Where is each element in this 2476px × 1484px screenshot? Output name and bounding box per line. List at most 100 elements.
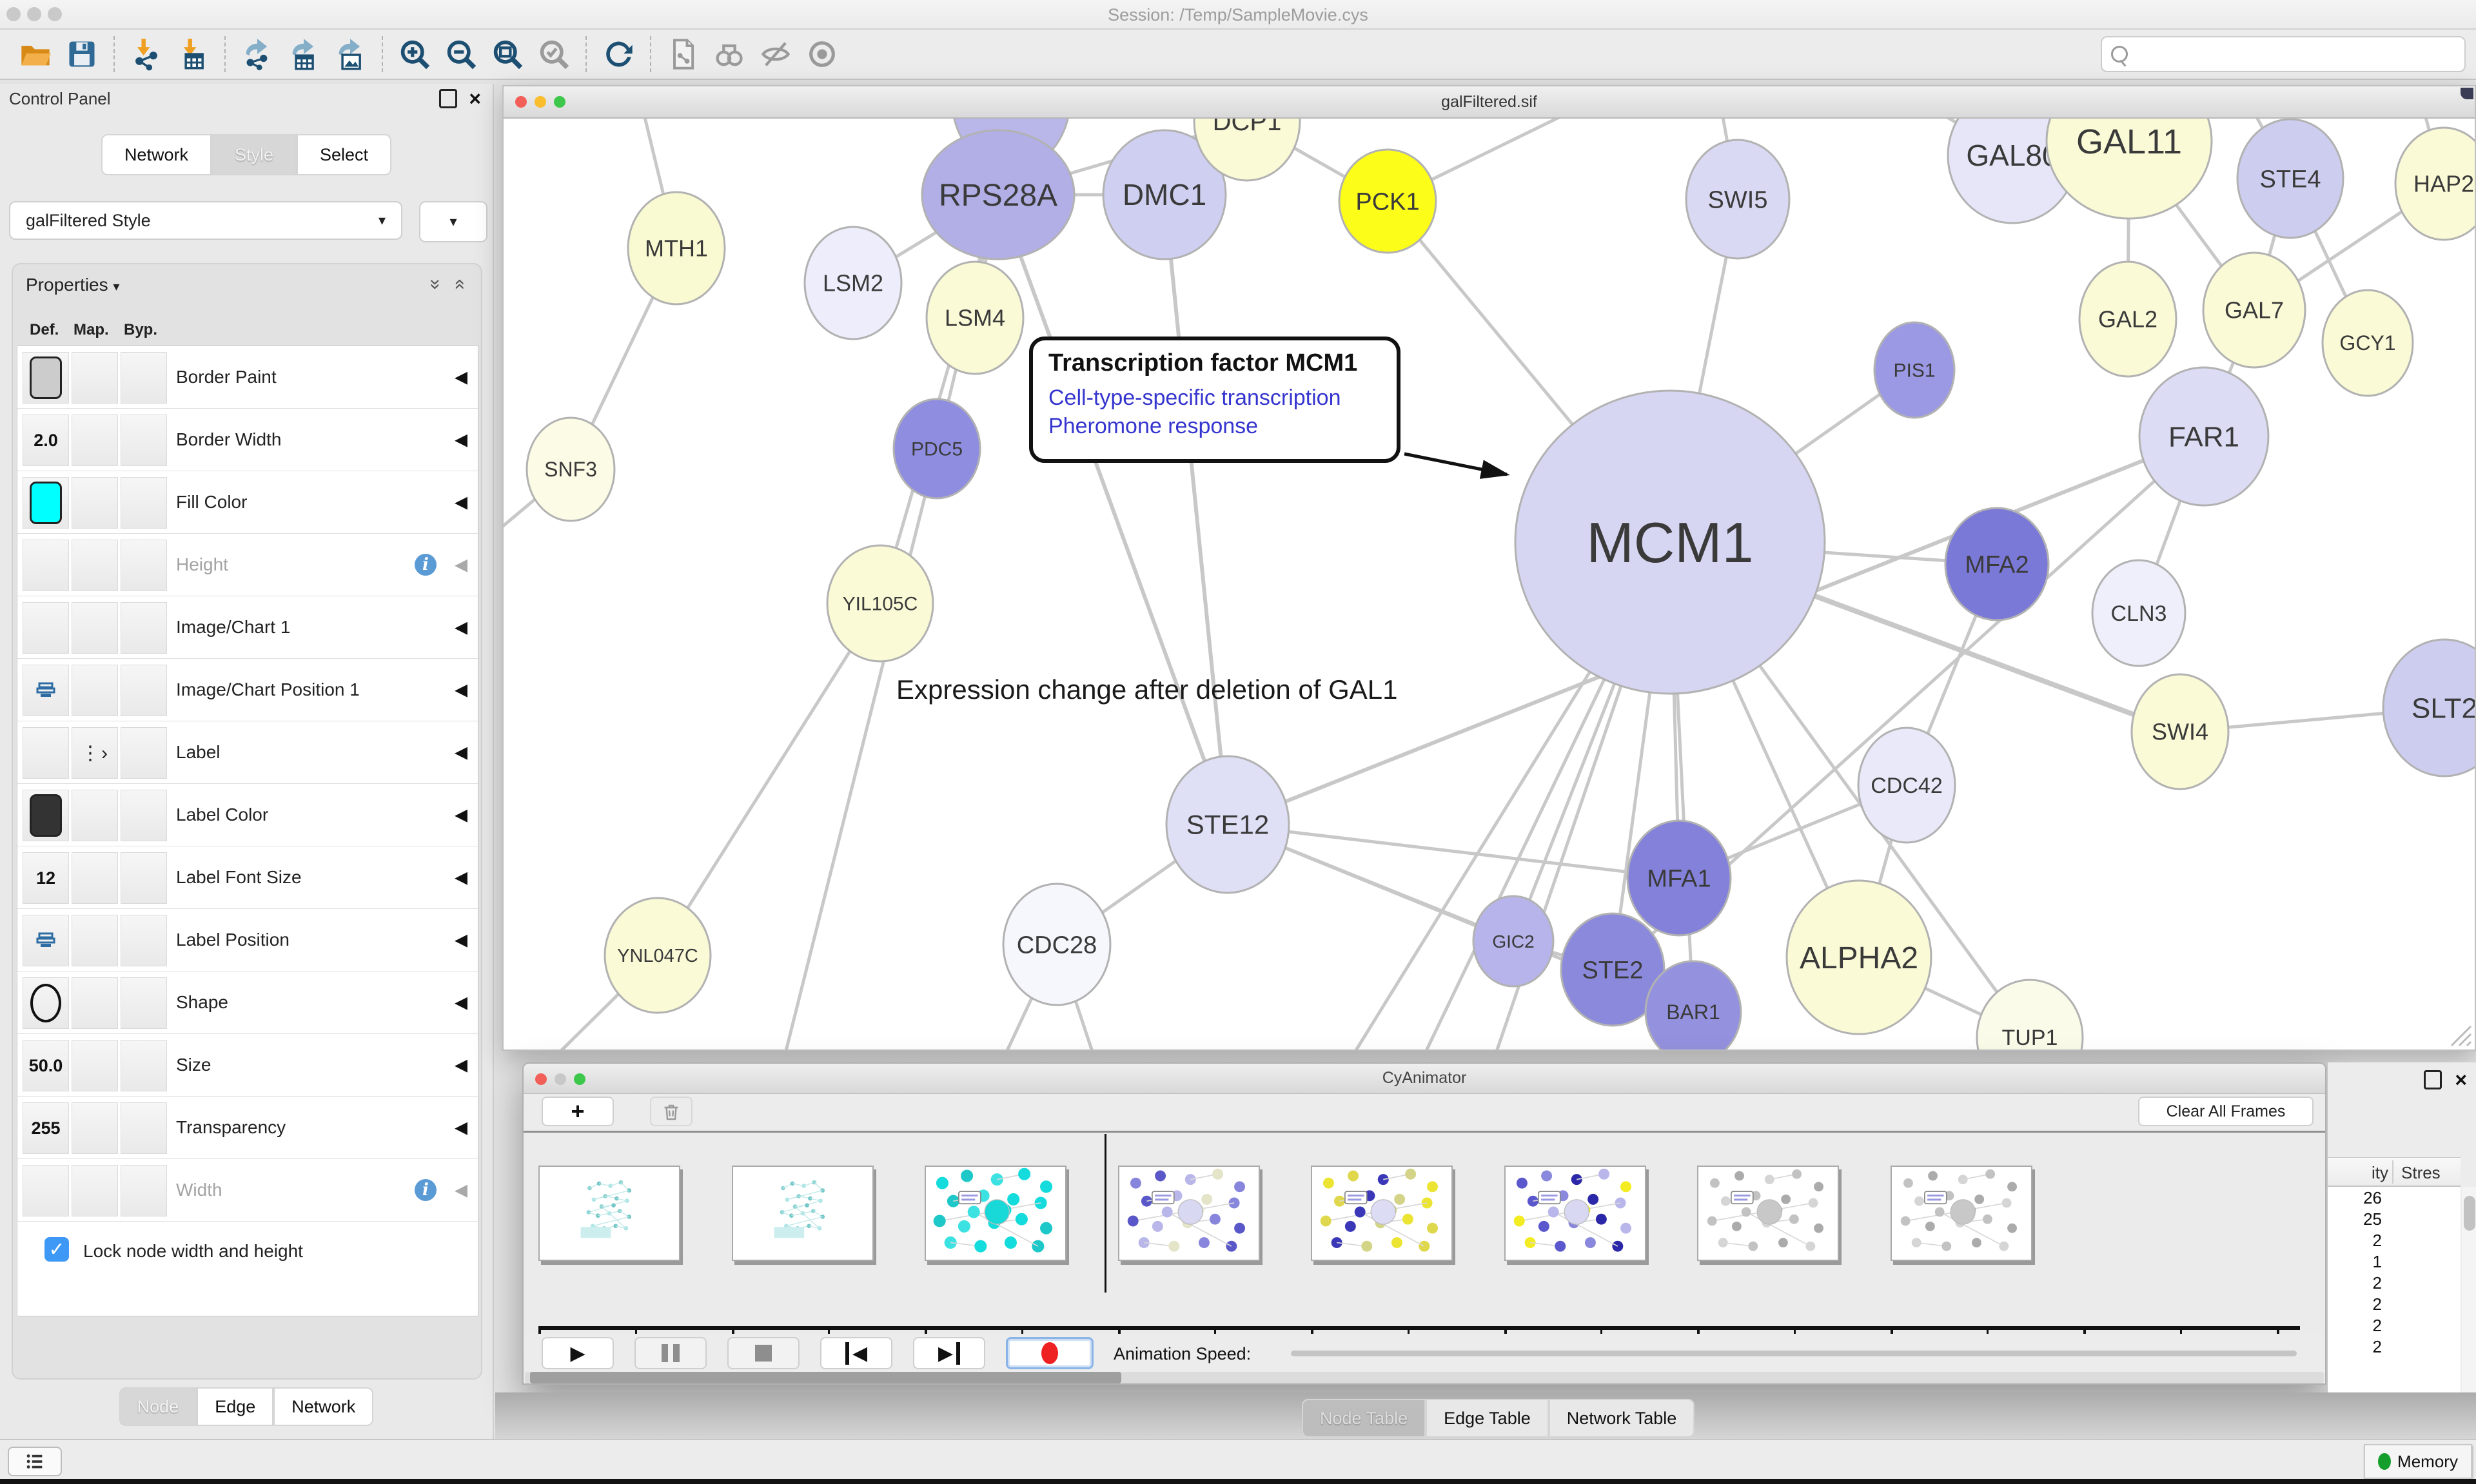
timeline[interactable]: Seconds 0123456789 [524,1133,2325,1334]
info-icon[interactable]: i [415,1179,437,1201]
collapse-arrow-icon[interactable]: ◀ [455,1118,467,1138]
timeline-playhead[interactable] [1105,1134,1106,1293]
annotation-link[interactable]: Pheromone response [1048,412,1381,440]
mapping-cell[interactable] [72,977,118,1029]
frame-thumbnail-4[interactable] [1311,1166,1453,1261]
property-row-label-position[interactable]: Label Position◀ [17,909,478,971]
window-zoom-button[interactable] [48,7,62,21]
float-panel-icon[interactable] [2424,1070,2442,1089]
mapping-cell[interactable] [72,915,118,966]
mapping-cell[interactable] [72,415,118,466]
memory-button[interactable]: Memory [2364,1444,2472,1479]
property-row-image-chart-1[interactable]: Image/Chart 1◀ [17,596,478,659]
collapse-arrow-icon[interactable]: ◀ [455,555,467,575]
export-image-icon[interactable] [331,35,369,73]
tab-edge[interactable]: Edge [197,1387,273,1426]
export-network-icon[interactable] [239,35,276,73]
property-row-transparency[interactable]: 255Transparency◀ [17,1097,478,1159]
network-window-titlebar[interactable]: galFiltered.sif [504,86,2475,119]
add-frame-button[interactable]: + [542,1097,614,1126]
timeline-scrollbar[interactable] [525,1372,2324,1383]
collapse-arrow-icon[interactable]: ◀ [455,805,467,825]
property-row-width[interactable]: Widthi◀ [17,1159,478,1222]
scrollbar-thumb[interactable] [530,1372,1121,1383]
bypass-cell[interactable] [121,540,167,591]
play-button[interactable]: ▶ [542,1337,614,1369]
zoom-fit-icon[interactable] [489,35,526,73]
tab-edge-table[interactable]: Edge Table [1426,1399,1549,1438]
default-cell[interactable]: 12 [23,852,69,904]
table-row[interactable]: 2 [2328,1229,2461,1251]
search-box[interactable] [2101,36,2466,72]
annotation-link[interactable]: Cell-type-specific transcription [1048,384,1381,412]
collapse-arrow-icon[interactable]: ◀ [455,993,467,1013]
mapping-cell[interactable] [72,1102,118,1154]
frame-thumbnail-7[interactable] [1891,1166,2032,1261]
property-row-label-color[interactable]: Label Color◀ [17,784,478,846]
default-cell[interactable]: 255 [23,1102,69,1154]
collapse-arrow-icon[interactable]: ◀ [455,493,467,513]
mapping-cell[interactable]: ⋮› [72,727,118,779]
record-button[interactable] [1006,1337,1094,1369]
lock-checkbox[interactable]: ✓ [44,1237,69,1262]
tab-network[interactable]: Network [273,1387,373,1426]
property-row-fill-color[interactable]: Fill Color◀ [17,471,478,534]
bypass-cell[interactable] [121,602,167,654]
default-cell[interactable] [23,915,69,966]
tab-node-table[interactable]: Node Table [1302,1399,1426,1438]
skip-end-button[interactable]: ▶ [913,1337,985,1369]
table-row[interactable]: 2 [2328,1336,2461,1357]
mapping-cell[interactable] [72,852,118,904]
properties-header[interactable]: Properties ▾ [26,275,119,295]
table-row[interactable]: 2 [2328,1314,2461,1336]
scrollbar-thumb[interactable] [2464,1196,2475,1231]
table-row[interactable]: 26 [2328,1187,2461,1208]
default-cell[interactable] [23,352,69,404]
refresh-icon[interactable] [600,35,637,73]
zoom-out-icon[interactable] [442,35,480,73]
mapping-cell[interactable] [72,1165,118,1216]
bypass-cell[interactable] [121,790,167,841]
float-panel-icon[interactable] [439,89,457,108]
import-network-icon[interactable] [128,35,165,73]
window-close-button[interactable] [6,7,21,21]
mapping-cell[interactable] [72,352,118,404]
mapping-cell[interactable] [72,1040,118,1091]
table-header[interactable]: ity Stres [2328,1157,2461,1187]
frame-thumbnail-0[interactable] [538,1166,680,1261]
default-cell[interactable] [23,790,69,841]
bypass-cell[interactable] [121,352,167,404]
mapping-cell[interactable] [72,540,118,591]
table-row[interactable]: 1 [2328,1251,2461,1272]
close-panel-icon[interactable]: × [2455,1072,2467,1088]
property-row-label-font-size[interactable]: 12Label Font Size◀ [17,846,478,909]
default-cell[interactable] [23,977,69,1029]
bypass-cell[interactable] [121,852,167,904]
collapse-arrow-icon[interactable]: ◀ [455,680,467,700]
collapse-arrow-icon[interactable]: ◀ [455,1180,467,1200]
zoom-in-icon[interactable] [396,35,433,73]
cyanimator-minimize-button[interactable] [555,1073,566,1085]
network-canvas[interactable]: RPS28ADMC1DCP1PCK1MTH1LSM2LSM4SNF3PDC5YI… [504,119,2475,1050]
pause-button[interactable] [634,1337,707,1369]
mapping-cell[interactable] [72,602,118,654]
collapse-arrow-icon[interactable]: ◀ [455,743,467,763]
collapse-all-icon[interactable]: » [448,279,470,290]
collapse-arrow-icon[interactable]: ◀ [455,1055,467,1075]
tab-select[interactable]: Select [297,134,391,175]
style-selector[interactable]: galFiltered Style ▾ [9,201,402,240]
collapse-arrow-icon[interactable]: ◀ [455,367,467,387]
frame-thumbnail-2[interactable] [925,1166,1066,1261]
search-input[interactable] [2134,41,2464,68]
bypass-cell[interactable] [121,727,167,779]
save-icon[interactable] [63,35,101,73]
network-annotation[interactable]: Transcription factor MCM1 Cell-type-spec… [1029,337,1400,463]
clear-all-frames-button[interactable]: Clear All Frames [2138,1097,2314,1126]
property-row-height[interactable]: Heighti◀ [17,534,478,596]
cyanimator-zoom-button[interactable] [574,1073,585,1085]
bypass-cell[interactable] [121,1165,167,1216]
property-row-border-paint[interactable]: Border Paint◀ [17,346,478,409]
stop-button[interactable] [727,1337,800,1369]
frame-thumbnail-5[interactable] [1504,1166,1646,1261]
table-row[interactable]: 2 [2328,1272,2461,1293]
